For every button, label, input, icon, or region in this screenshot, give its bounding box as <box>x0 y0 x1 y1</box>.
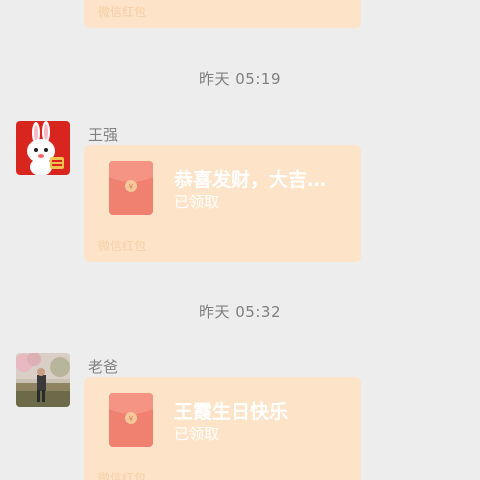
sender-name: 老爸 <box>88 358 119 376</box>
svg-text:￥: ￥ <box>128 183 135 191</box>
red-packet-greeting: 恭喜发财，大吉… <box>174 169 327 191</box>
red-packet-message[interactable]: ￥ 王霞生日快乐 已领取 微信红包 <box>84 377 361 480</box>
red-packet-status: 已领取 <box>174 425 220 443</box>
chat-screen: 微信红包 昨天 05:19 王强 ￥ 恭喜发财，大吉… 已领取 微信红包 昨天 … <box>0 0 480 480</box>
red-packet-status: 已领取 <box>174 193 220 211</box>
red-packet-envelope-icon: ￥ <box>109 393 153 447</box>
sender-name: 王强 <box>88 126 119 144</box>
rabbit-avatar-icon[interactable] <box>16 121 70 175</box>
red-packet-brand: 微信红包 <box>98 5 147 19</box>
red-packet-brand: 微信红包 <box>98 471 147 480</box>
red-packet-message[interactable]: 微信红包 <box>84 0 361 28</box>
message-timestamp: 昨天 05:32 <box>199 303 281 321</box>
red-packet-envelope-icon: ￥ <box>109 161 153 215</box>
red-packet-brand: 微信红包 <box>98 239 147 253</box>
red-packet-greeting: 王霞生日快乐 <box>174 401 289 423</box>
message-timestamp: 昨天 05:19 <box>199 70 281 88</box>
red-packet-message[interactable]: ￥ 恭喜发财，大吉… 已领取 微信红包 <box>84 145 361 262</box>
photo-avatar-icon[interactable] <box>16 353 70 407</box>
svg-text:￥: ￥ <box>128 415 135 423</box>
